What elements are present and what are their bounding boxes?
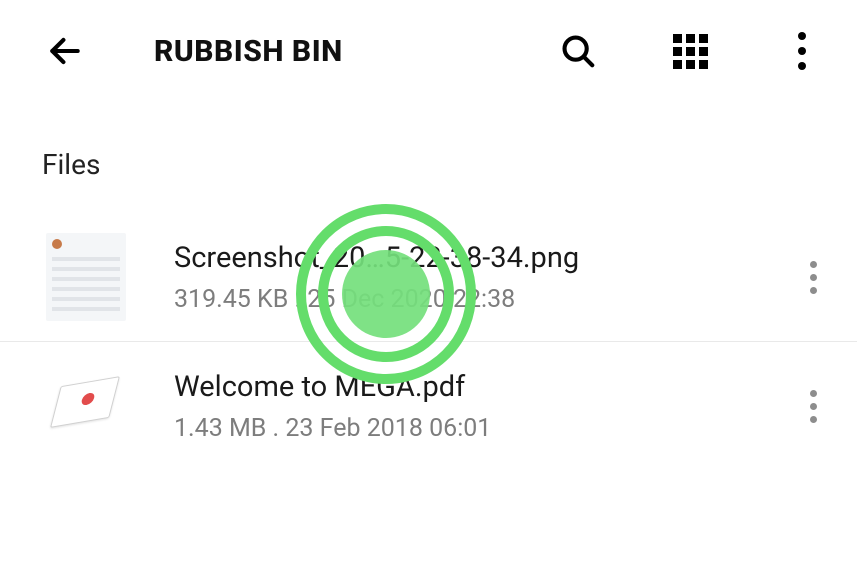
search-icon: [559, 32, 597, 70]
file-more-button[interactable]: [793, 261, 833, 294]
screenshot-thumbnail-icon: [46, 233, 126, 321]
file-info: Screenshot_20…5-22-38-34.png 319.45 KB .…: [174, 240, 781, 313]
back-button[interactable]: [44, 30, 86, 72]
file-thumbnail: [42, 362, 130, 450]
file-row[interactable]: Welcome to MEGA.pdf 1.43 MB . 23 Feb 201…: [0, 342, 857, 470]
file-list: Screenshot_20…5-22-38-34.png 319.45 KB .…: [0, 213, 857, 470]
file-name: Welcome to MEGA.pdf: [174, 369, 781, 405]
file-name: Screenshot_20…5-22-38-34.png: [174, 240, 781, 276]
file-info: Welcome to MEGA.pdf 1.43 MB . 23 Feb 201…: [174, 369, 781, 442]
file-meta: 319.45 KB . 25 Dec 2020 22:38: [174, 285, 781, 314]
pdf-thumbnail-icon: [48, 377, 124, 435]
section-header-files: Files: [0, 100, 857, 195]
file-meta: 1.43 MB . 23 Feb 2018 06:01: [174, 414, 781, 443]
arrow-left-icon: [46, 32, 84, 70]
page-title: RUBBISH BIN: [154, 34, 343, 69]
file-more-button[interactable]: [793, 390, 833, 423]
more-vertical-icon: [798, 32, 806, 70]
search-button[interactable]: [551, 24, 605, 78]
overflow-menu-button[interactable]: [775, 24, 829, 78]
file-thumbnail: [42, 233, 130, 321]
app-header: RUBBISH BIN: [0, 0, 857, 100]
grid-icon: [673, 34, 708, 69]
view-grid-button[interactable]: [663, 24, 717, 78]
file-row[interactable]: Screenshot_20…5-22-38-34.png 319.45 KB .…: [0, 213, 857, 342]
